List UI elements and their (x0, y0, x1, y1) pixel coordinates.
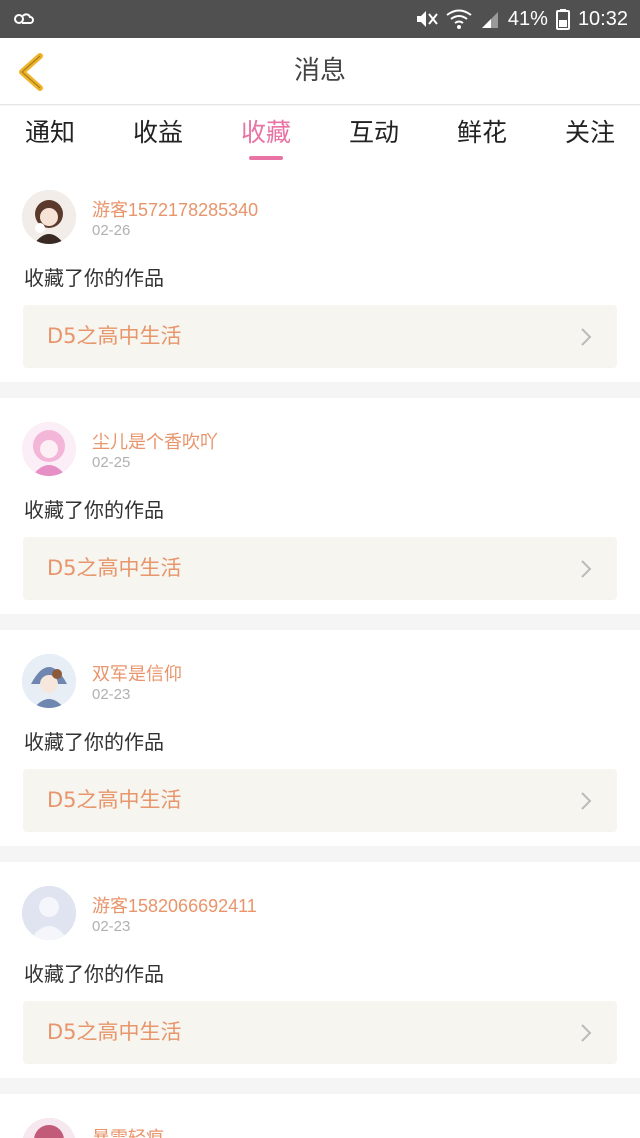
nav-bar: 消息 (0, 38, 640, 105)
work-link[interactable]: D5之高中生活 (23, 769, 617, 832)
message-list: 游客1572178285340 02-26 收藏了你的作品 D5之高中生活 尘儿… (0, 166, 640, 1094)
avatar[interactable] (22, 654, 76, 708)
default-avatar[interactable] (22, 886, 76, 940)
clock: 10:32 (577, 7, 628, 30)
work-link[interactable]: D5之高中生活 (23, 537, 617, 600)
work-link[interactable]: D5之高中生活 (23, 305, 617, 368)
tab-flowers[interactable]: 鲜花 (437, 106, 527, 166)
message-date: 02-26 (92, 222, 131, 239)
message-date: 02-25 (92, 454, 131, 471)
action-text: 收藏了你的作品 (24, 266, 164, 290)
message-card: 尘儿是个香吹吖 02-25 收藏了你的作品 D5之高中生活 (0, 398, 640, 614)
signal-icon (481, 12, 498, 28)
message-date: 02-23 (92, 918, 131, 935)
work-title: D5之高中生活 (47, 324, 182, 348)
work-title: D5之高中生活 (47, 1020, 182, 1044)
avatar[interactable] (22, 422, 76, 476)
chevron-right-icon (581, 792, 592, 810)
avatar[interactable] (22, 1118, 76, 1138)
username[interactable]: 双军是信仰 (92, 660, 182, 686)
page-title: 消息 (293, 56, 346, 86)
action-text: 收藏了你的作品 (24, 498, 164, 522)
action-text: 收藏了你的作品 (24, 730, 164, 754)
status-bar: 41% 10:32 (0, 0, 640, 38)
action-text: 收藏了你的作品 (24, 962, 164, 986)
work-title: D5之高中生活 (47, 788, 182, 812)
avatar[interactable] (22, 190, 76, 244)
tab-earnings[interactable]: 收益 (113, 106, 203, 166)
mute-icon (416, 11, 438, 27)
tab-notifications[interactable]: 通知 (5, 106, 95, 166)
chevron-right-icon (581, 560, 592, 578)
tab-bar: 通知 收益 收藏 互动 鲜花 关注 (0, 106, 640, 166)
tab-following[interactable]: 关注 (545, 106, 635, 166)
weather-icon (14, 13, 34, 24)
battery-icon (555, 9, 570, 30)
work-title: D5之高中生活 (47, 556, 182, 580)
battery-percent: 41% (507, 7, 548, 30)
message-card: 游客1582066692411 02-23 收藏了你的作品 D5之高中生活 (0, 862, 640, 1078)
message-card: 双军是信仰 02-23 收藏了你的作品 D5之高中生活 (0, 630, 640, 846)
tab-interactions[interactable]: 互动 (329, 106, 419, 166)
username[interactable]: 暴雪轻痕 (92, 1124, 164, 1138)
work-link[interactable]: D5之高中生活 (23, 1001, 617, 1064)
chevron-right-icon (581, 1024, 592, 1042)
username[interactable]: 游客1572178285340 (92, 196, 258, 222)
message-card-partial: 暴雪轻痕 (0, 1094, 640, 1138)
message-card: 游客1572178285340 02-26 收藏了你的作品 D5之高中生活 (0, 166, 640, 382)
message-date: 02-23 (92, 686, 131, 703)
chevron-right-icon (581, 328, 592, 346)
active-tab-indicator (249, 156, 283, 160)
wifi-icon (446, 9, 472, 29)
username[interactable]: 尘儿是个香吹吖 (92, 428, 218, 454)
username[interactable]: 游客1582066692411 (92, 892, 257, 918)
